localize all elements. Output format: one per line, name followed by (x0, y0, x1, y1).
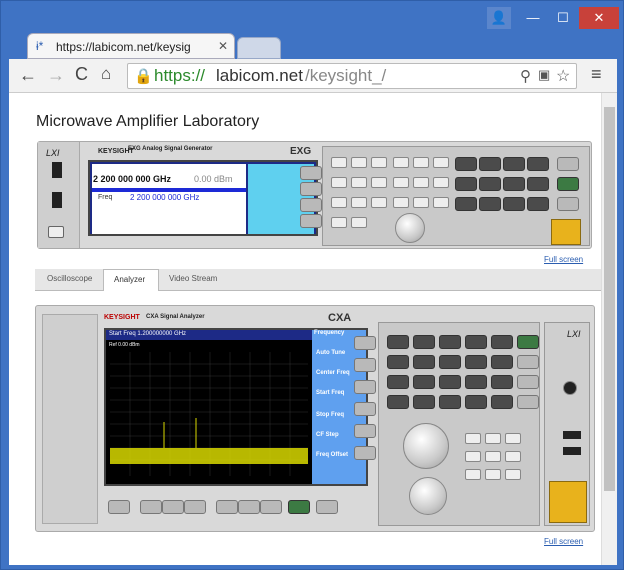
cxa-front-panel (378, 322, 540, 526)
fullscreen-link-2[interactable]: Full screen (544, 537, 583, 546)
minimize-button[interactable]: — (521, 7, 545, 29)
power-probe-connector[interactable] (563, 381, 577, 395)
exg-softkey[interactable] (300, 214, 322, 228)
cxa-side-button[interactable] (354, 402, 376, 416)
cxa-side-button[interactable] (354, 380, 376, 394)
usb-port-icon (52, 162, 62, 178)
cxa-side-button[interactable] (354, 424, 376, 438)
close-tab-icon[interactable]: ✕ (218, 39, 228, 53)
rf-output-connector[interactable] (551, 219, 581, 245)
exg-rotary-knob[interactable] (395, 213, 425, 243)
back-arrow-icon[interactable]: ← (19, 65, 37, 86)
softkey-cf-step[interactable]: CF Step (316, 432, 339, 438)
translate-icon[interactable]: ▣ (538, 67, 550, 83)
exg-lxi-logo: LXI (46, 148, 60, 158)
cxa-brand: KEYSIGHT (104, 314, 140, 321)
exg-freq-entry: 2 200 000 000 GHz (130, 193, 200, 202)
softkey-stop-freq[interactable]: Stop Freq (316, 412, 344, 418)
exg-front-panel (322, 146, 590, 246)
cxa-rotary-knob[interactable] (409, 477, 447, 515)
close-window-button[interactable]: ✕ (579, 7, 619, 29)
tab-video-stream[interactable]: Video Stream (169, 274, 217, 283)
power-button[interactable] (48, 226, 64, 238)
home-icon[interactable]: ⌂ (101, 64, 111, 84)
exg-softkey[interactable] (300, 166, 322, 180)
cxa-side-button[interactable] (354, 336, 376, 350)
scrollbar-thumb[interactable] (604, 107, 615, 491)
cxa-spectrum-plot (110, 352, 308, 476)
exg-instrument: LXI KEYSIGHT EXG Analog Signal Generator… (37, 141, 592, 249)
exg-tag: EXG (290, 146, 312, 157)
tab-analyzer[interactable]: Analyzer (103, 269, 159, 291)
softkey-frequency[interactable]: Frequency (314, 330, 344, 336)
fullscreen-link-1[interactable]: Full screen (544, 255, 583, 264)
cxa-bottom-buttons (108, 496, 368, 518)
url-path: /keysight_/ (305, 66, 387, 85)
site-favicon-icon: ɨ* (36, 39, 44, 53)
browser-window: 👤 — ☐ ✕ ɨ* https://labicom.net/keysig ✕ … (0, 0, 624, 570)
tab-oscilloscope[interactable]: Oscilloscope (47, 274, 92, 283)
cxa-side-button[interactable] (354, 358, 376, 372)
page-title: Microwave Amplifier Laboratory (36, 113, 260, 130)
cxa-model: CXA Signal Analyzer (146, 314, 205, 320)
rf-input-connector[interactable] (549, 481, 587, 523)
softkey-start-freq[interactable]: Start Freq (316, 390, 344, 396)
instrument-tabs: Oscilloscope Analyzer Video Stream (35, 269, 603, 291)
exg-softkey[interactable] (300, 198, 322, 212)
url-scheme: https:// (154, 66, 206, 85)
menu-icon[interactable]: ≡ (591, 64, 602, 85)
new-tab-button[interactable] (237, 37, 281, 59)
exg-frequency-readout: 2 200 000 000 GHz (93, 174, 172, 184)
cxa-right-panel: LXI (544, 322, 590, 526)
zoom-icon[interactable]: ⚲ (520, 67, 531, 85)
softkey-auto-tune[interactable]: Auto Tune (316, 350, 345, 356)
toolbar: ← → C ⌂ 🔒 https:// labicom.net /keysight… (9, 59, 617, 93)
cxa-lxi-logo: LXI (567, 329, 581, 339)
bookmark-star-icon[interactable]: ☆ (556, 66, 570, 86)
url-domain: labicom.net (216, 66, 303, 85)
usb-port-icon (563, 431, 581, 439)
cxa-start-freq: Start Freq 1.200000000 GHz (109, 331, 187, 337)
maximize-button[interactable]: ☐ (551, 7, 575, 29)
browser-tab[interactable]: ɨ* https://labicom.net/keysig ✕ (27, 33, 235, 59)
lock-icon: 🔒 (134, 68, 153, 85)
exg-amplitude-readout: 0.00 dBm (194, 174, 233, 184)
cxa-arrow-pad[interactable] (403, 423, 449, 469)
cxa-ref-level: Ref 0.00 dBm (109, 342, 140, 348)
forward-arrow-icon[interactable]: → (47, 65, 65, 86)
exg-screen: 2 200 000 000 GHz 0.00 dBm Freq 2 200 00… (88, 160, 318, 236)
exg-softkey[interactable] (300, 182, 322, 196)
tab-title: https://labicom.net/keysig (56, 40, 191, 54)
reload-icon[interactable]: C (75, 64, 88, 85)
page-viewport: Microwave Amplifier Laboratory LXI KEYSI… (9, 93, 617, 565)
cxa-instrument: KEYSIGHT CXA Signal Analyzer CXA Start F… (35, 305, 595, 532)
user-icon[interactable]: 👤 (487, 7, 511, 29)
cxa-side-button[interactable] (354, 446, 376, 460)
address-bar[interactable]: 🔒 https:// labicom.net /keysight_/ ⚲ ▣ ☆ (127, 63, 577, 89)
cxa-tag: CXA (328, 312, 352, 324)
usb-port-icon (563, 447, 581, 455)
softkey-freq-offset[interactable]: Freq Offset (316, 452, 348, 458)
softkey-center-freq[interactable]: Center Freq (316, 370, 350, 376)
usb-port-icon (52, 192, 62, 208)
exg-model: EXG Analog Signal Generator (128, 146, 213, 152)
vertical-scrollbar[interactable] (601, 93, 617, 565)
exg-freq-label: Freq (98, 194, 113, 201)
